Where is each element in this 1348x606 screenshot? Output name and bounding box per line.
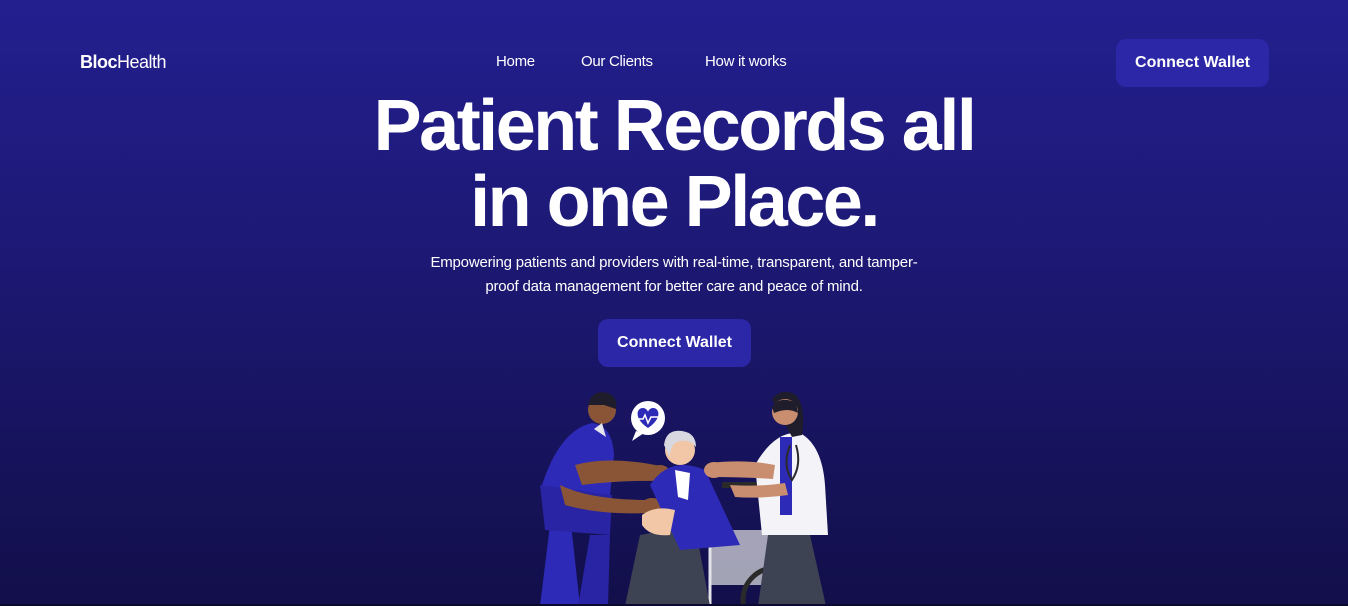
header-connect-wallet-button[interactable]: Connect Wallet (1116, 39, 1269, 87)
hero-title-line-2: in one Place. (470, 162, 880, 242)
care-team-illustration (540, 391, 828, 606)
heart-speech-bubble-icon (631, 401, 665, 441)
hero-subtitle-line-2: proof data management for better care an… (485, 278, 863, 295)
hero-subtitle: Empowering patients and providers with r… (380, 251, 968, 299)
nav-item-home[interactable]: Home (496, 53, 535, 70)
hero-connect-wallet-button[interactable]: Connect Wallet (598, 319, 751, 367)
hero-title-line-1: Patient Records all (373, 86, 977, 166)
hero-subtitle-line-1: Empowering patients and providers with r… (430, 254, 918, 271)
hero-title: Patient Records all in one Place. (0, 88, 1348, 240)
nav-item-how-it-works[interactable]: How it works (705, 53, 787, 70)
nav-item-our-clients[interactable]: Our Clients (581, 53, 653, 70)
